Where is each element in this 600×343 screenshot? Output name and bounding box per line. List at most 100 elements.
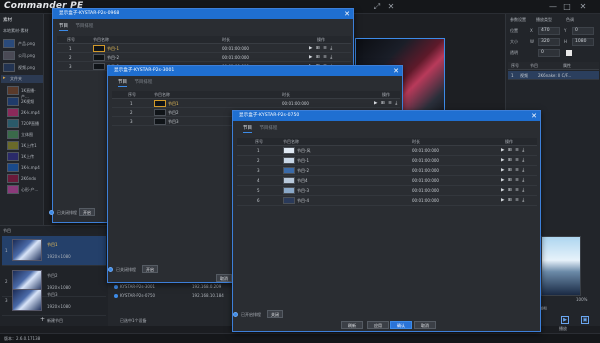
color-swatch[interactable] [566, 50, 572, 56]
material-label: 公司.png [18, 53, 35, 58]
list-item[interactable]: 2K6ndx [3, 174, 43, 184]
col-duration: 时长 [222, 37, 230, 42]
folder-row[interactable]: ▸ 文件夹 [1, 75, 43, 83]
tab-programs[interactable]: 节目 [118, 80, 127, 87]
maximize-icon[interactable]: □ [562, 2, 572, 12]
table-row[interactable]: 3 节目-2 00:01:00:000 ▶ ⊞ ≡ ⤓ [237, 166, 537, 176]
x-input[interactable]: 470 [538, 27, 560, 35]
tab-tone[interactable]: 色调 [566, 17, 574, 23]
version-label: 版本：2.6.0.17138 [4, 336, 41, 341]
list-item[interactable]: 心形-产... [3, 185, 43, 195]
list-item[interactable]: 1K-k.mp4 [3, 163, 43, 173]
crop-icon[interactable]: ⤢ [372, 2, 382, 12]
schedule-radio[interactable] [49, 210, 54, 215]
table-row[interactable]: 2 节目-2 00:01:00:000 ▶ ⊞ ≡ ⤓ [57, 53, 351, 62]
y-input[interactable]: 0 [572, 27, 594, 35]
row-thumbnail [93, 45, 105, 52]
tab-schedule[interactable]: 节目排程 [75, 24, 93, 29]
material-item[interactable]: 产品.png [3, 39, 43, 49]
row-index: 3 [257, 168, 260, 173]
table-row[interactable]: 6 节目-4 00:01:00:000 ▶ ⊞ ≡ ⤓ [237, 196, 537, 206]
list-item[interactable]: 1K直播-产... [3, 86, 43, 99]
table-row[interactable]: 2 节目-1 00:01:00:000 ▶ ⊞ ≡ ⤓ [237, 156, 537, 166]
row-thumbnail [154, 109, 166, 116]
material-item[interactable]: 视频.png [3, 63, 43, 73]
apply-button[interactable]: 应用 [367, 321, 389, 329]
table-header: 序号 节目名称 时长 操作 [57, 36, 351, 44]
play-icon[interactable]: ▶ [561, 316, 569, 324]
w-input[interactable]: 320 [538, 38, 560, 46]
row-name: 节目3 [168, 119, 179, 124]
program-item[interactable]: 1 节目1 1920×1080 [2, 236, 106, 266]
table-row[interactable]: 1 节目1 00:01:00:000 ▶ ⊞ ≡ ⤓ [112, 99, 400, 108]
list-item[interactable]: 2K视频 [3, 97, 43, 107]
table-row[interactable]: 5 节目-3 00:01:00:000 ▶ ⊞ ≡ ⤓ [237, 186, 537, 196]
program-item[interactable]: 3 节目3 1920×1080 [2, 286, 106, 316]
layer-row[interactable]: 1 视频 2K6nake: II C/F... [508, 71, 599, 80]
dialog-close-icon[interactable]: ✕ [531, 111, 537, 121]
list-item[interactable]: 立体图 [3, 130, 43, 140]
row-index: 1 [257, 148, 260, 153]
tab-params[interactable]: 参数设置 [510, 17, 526, 23]
tab-programs[interactable]: 节目 [243, 126, 252, 133]
list-item[interactable]: 1K上传1 [3, 141, 43, 151]
opacity-input[interactable]: 0 [538, 49, 560, 57]
dialog-close-icon[interactable]: ✕ [393, 66, 399, 76]
tab-programs[interactable]: 节目 [59, 24, 68, 31]
row-ops[interactable]: ▶ ⊞ ≡ ⤓ [501, 186, 525, 196]
tab-play-type[interactable]: 播放类型 [536, 17, 552, 23]
row-ops[interactable]: ▶ ⊞ ≡ ⤓ [374, 99, 398, 108]
table-row[interactable]: 1 节目-风 00:01:00:000 ▶ ⊞ ≡ ⤓ [237, 146, 537, 156]
list-item[interactable]: 720P直播 [3, 119, 43, 129]
h-input[interactable]: 1080 [572, 38, 594, 46]
ok-button[interactable]: 确认 [390, 321, 412, 329]
row-ops[interactable]: ▶ ⊞ ≡ ⤓ [309, 53, 333, 62]
row-ops[interactable]: ▶ ⊞ ≡ ⤓ [501, 196, 525, 206]
minimize-icon[interactable]: — [548, 2, 558, 12]
table-row[interactable]: 1 节目-1 00:01:00:000 ▶ ⊞ ≡ ⤓ [57, 44, 351, 53]
dialog-tabs: 节目 节目排程 [118, 79, 152, 87]
row-name: 节目-1 [107, 46, 119, 51]
list-item[interactable]: 1K上传 [3, 152, 43, 162]
dialog-close-icon[interactable]: ✕ [344, 9, 350, 19]
schedule-radio[interactable] [108, 267, 113, 272]
close-preview-icon[interactable]: ✕ [386, 2, 396, 12]
cancel-button[interactable]: 取消 [216, 274, 232, 282]
row-ops[interactable]: ▶ ⊞ ≡ ⤓ [501, 146, 525, 156]
row-duration: 00:01:00:000 [412, 168, 439, 173]
device-row[interactable]: KYSTAR-P2s-0750 192.168.10.184 [114, 293, 229, 300]
row-ops[interactable]: ▶ ⊞ ≡ ⤓ [501, 166, 525, 176]
close-icon[interactable]: ✕ [578, 2, 588, 12]
row-thumbnail [93, 54, 105, 61]
program-dialog-3: 显示盒子-KYSTAR-P2s-0750 ✕ 节目 节目排程 序号 节目名称 时… [232, 110, 541, 332]
row-ops[interactable]: ▶ ⊞ ≡ ⤓ [309, 44, 333, 53]
schedule-off-button[interactable]: 关闭 [267, 310, 283, 318]
cancel-button[interactable]: 取消 [414, 321, 436, 329]
layer-list-header: 序号 节目 属性 [508, 62, 599, 70]
row-duration: 00:01:00:000 [222, 46, 249, 51]
screen-icon[interactable]: ▣ [581, 316, 589, 324]
material-item[interactable]: 公司.png [3, 51, 43, 61]
opacity-label: 透明 [510, 50, 518, 55]
live-preview [541, 236, 581, 296]
list-item[interactable]: 2K-k.mp4 [3, 108, 43, 118]
row-thumbnail [154, 118, 166, 125]
device-name: KYSTAR-P2s-3001 [120, 284, 156, 289]
refresh-button[interactable]: 刷新 [341, 321, 363, 329]
col-index: 序号 [67, 37, 75, 42]
row-ops[interactable]: ▶ ⊞ ≡ ⤓ [501, 156, 525, 166]
device-row[interactable]: KYSTAR-P2s-3001 192.168.0.209 [114, 284, 229, 291]
schedule-on-button[interactable]: 开启 [142, 265, 158, 273]
tab-schedule[interactable]: 节目排程 [134, 80, 152, 85]
table-row[interactable]: 4 节目4 00:01:00:000 ▶ ⊞ ≡ ⤓ [237, 176, 537, 186]
add-program-button[interactable]: + 新建节目 [40, 316, 80, 325]
row-ops[interactable]: ▶ ⊞ ≡ ⤓ [501, 176, 525, 186]
row-name: 节目1 [168, 101, 179, 106]
program-thumbnail [12, 239, 42, 261]
item-label: 心形-产... [21, 187, 39, 192]
schedule-radio[interactable] [233, 312, 238, 317]
schedule-on-button[interactable]: 开启 [79, 208, 95, 216]
row-index: 6 [257, 198, 260, 203]
row-duration: 00:01:00:000 [412, 148, 439, 153]
tab-schedule[interactable]: 节目排程 [259, 126, 277, 131]
